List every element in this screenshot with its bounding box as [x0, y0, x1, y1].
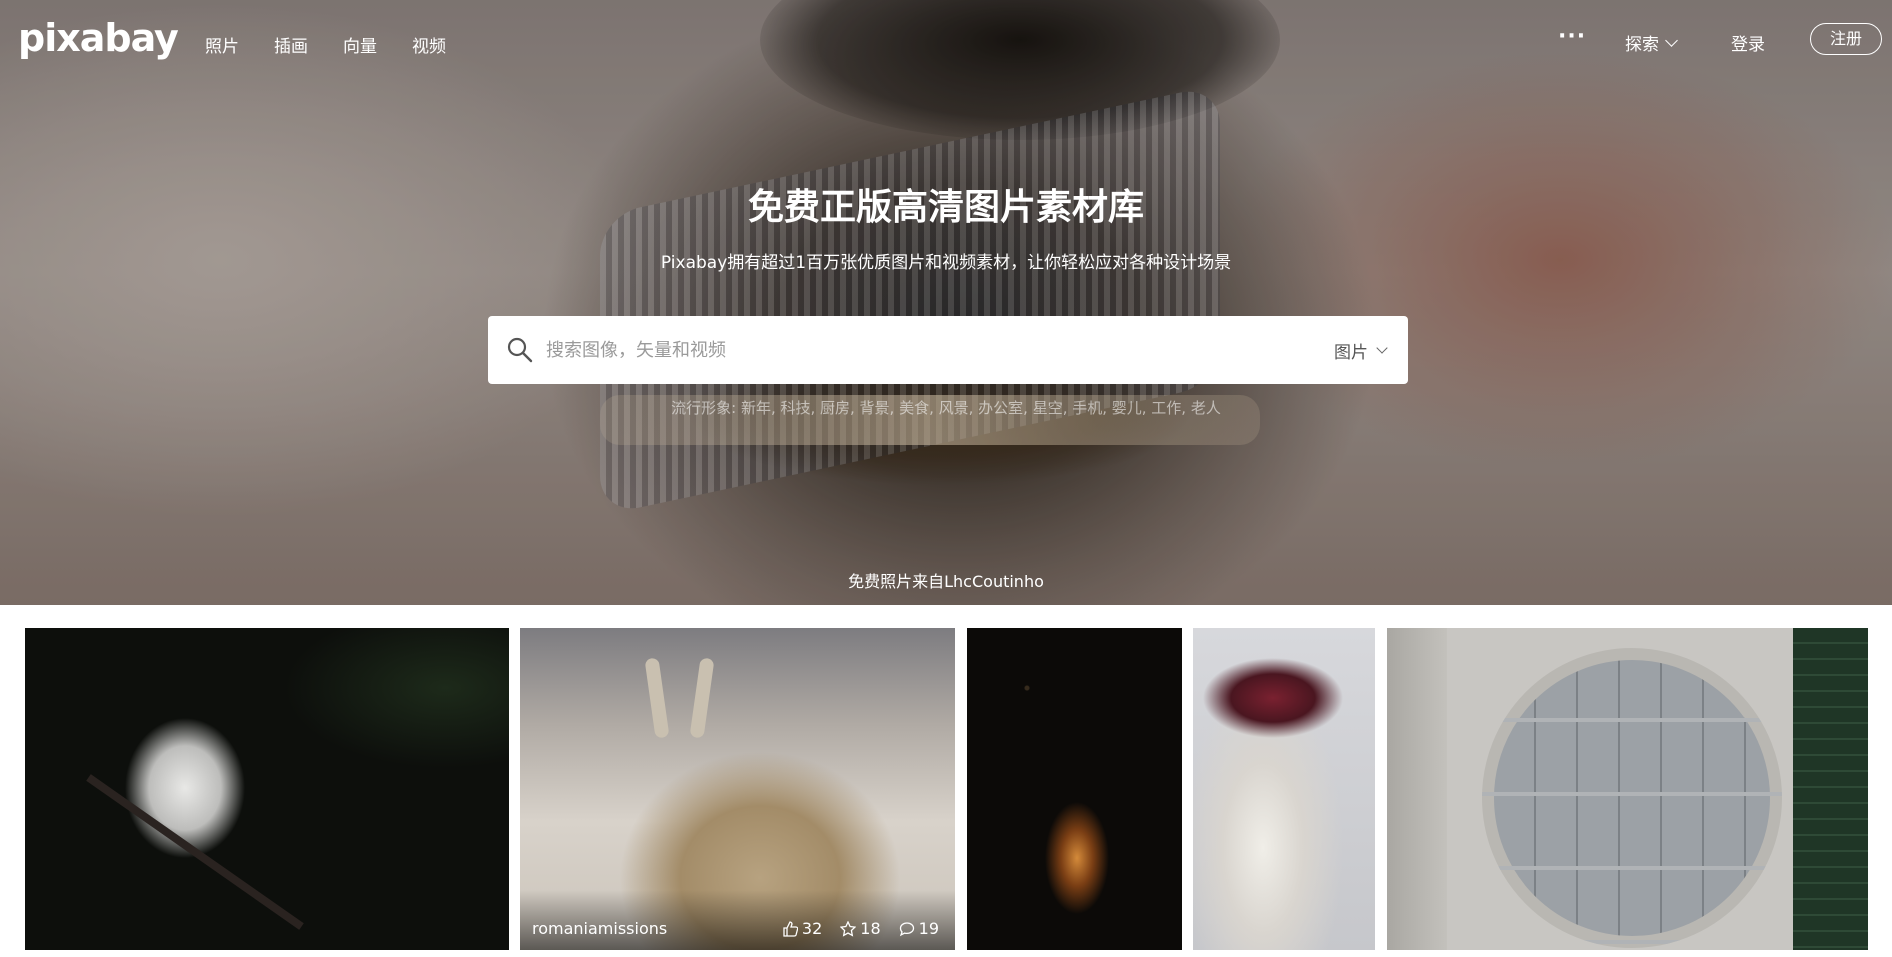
photo-stats: 32 18 19: [782, 919, 939, 938]
photo-ibex[interactable]: romaniamissions 32 18 19: [520, 628, 955, 950]
trending-searches[interactable]: 流行形象: 新年, 科技, 厨房, 背景, 美食, 风景, 办公室, 星空, 手…: [0, 397, 1892, 418]
nav-link-videos[interactable]: 视频: [412, 32, 446, 57]
hero-subtitle: Pixabay拥有超过1百万张优质图片和视频素材，让你轻松应对各种设计场景: [660, 253, 1232, 273]
search-input[interactable]: [546, 330, 1266, 370]
comment-count: 19: [918, 919, 939, 938]
photo-egret[interactable]: [25, 628, 509, 950]
explore-label: 探索: [1625, 35, 1659, 55]
photo-sparks[interactable]: [967, 628, 1182, 950]
top-nav: pixabay 照片 插画 向量 视频 ··· 探索 登录 注册: [0, 0, 1892, 86]
nav-links: 照片 插画 向量 视频: [205, 32, 446, 57]
photo-ibex-horn-left: [644, 657, 670, 739]
photo-grid: romaniamissions 32 18 19: [0, 628, 1892, 950]
hero-credit[interactable]: 免费照片来自LhcCoutinho: [0, 568, 1892, 592]
hero-overlay: [0, 0, 1892, 605]
photo-building-bands: [1482, 648, 1782, 948]
pixabay-logo[interactable]: pixabay: [18, 16, 179, 60]
nav-link-illustrations[interactable]: 插画: [274, 32, 308, 57]
photo-building-side: [1793, 628, 1868, 950]
hero-banner: pixabay 照片 插画 向量 视频 ··· 探索 登录 注册 免费正版高清图…: [0, 0, 1892, 605]
explore-menu[interactable]: 探索: [1625, 30, 1678, 55]
star-icon: [840, 920, 857, 937]
media-type-select[interactable]: 图片: [1334, 338, 1388, 363]
search-icon[interactable]: [506, 336, 534, 364]
comment-button[interactable]: 19: [899, 919, 939, 938]
like-count: 32: [801, 919, 823, 938]
photo-egret-branch: [86, 774, 304, 930]
chevron-down-icon: [1665, 33, 1678, 47]
favorite-count: 18: [860, 919, 881, 938]
search-bar: 图片: [488, 316, 1408, 384]
nav-link-photos[interactable]: 照片: [205, 32, 239, 57]
more-menu-button[interactable]: ···: [1558, 24, 1586, 49]
media-type-label: 图片: [1334, 343, 1368, 363]
chevron-down-icon: [1376, 342, 1388, 354]
photo-ibex-horn-right: [689, 657, 715, 739]
photo-building-pillar: [1387, 628, 1447, 950]
nav-link-vectors[interactable]: 向量: [343, 32, 377, 57]
login-link[interactable]: 登录: [1731, 30, 1765, 55]
thumbs-up-icon: [783, 920, 798, 937]
signup-button[interactable]: 注册: [1810, 23, 1882, 55]
favorite-button[interactable]: 18: [840, 919, 881, 938]
hero-title: 免费正版高清图片素材库: [747, 187, 1144, 228]
photo-building-circle[interactable]: [1387, 628, 1868, 950]
photo-woman-hat[interactable]: [1193, 628, 1375, 950]
like-button[interactable]: 32: [782, 919, 822, 938]
photo-author[interactable]: romaniamissions: [532, 919, 667, 938]
comment-icon: [899, 921, 914, 936]
